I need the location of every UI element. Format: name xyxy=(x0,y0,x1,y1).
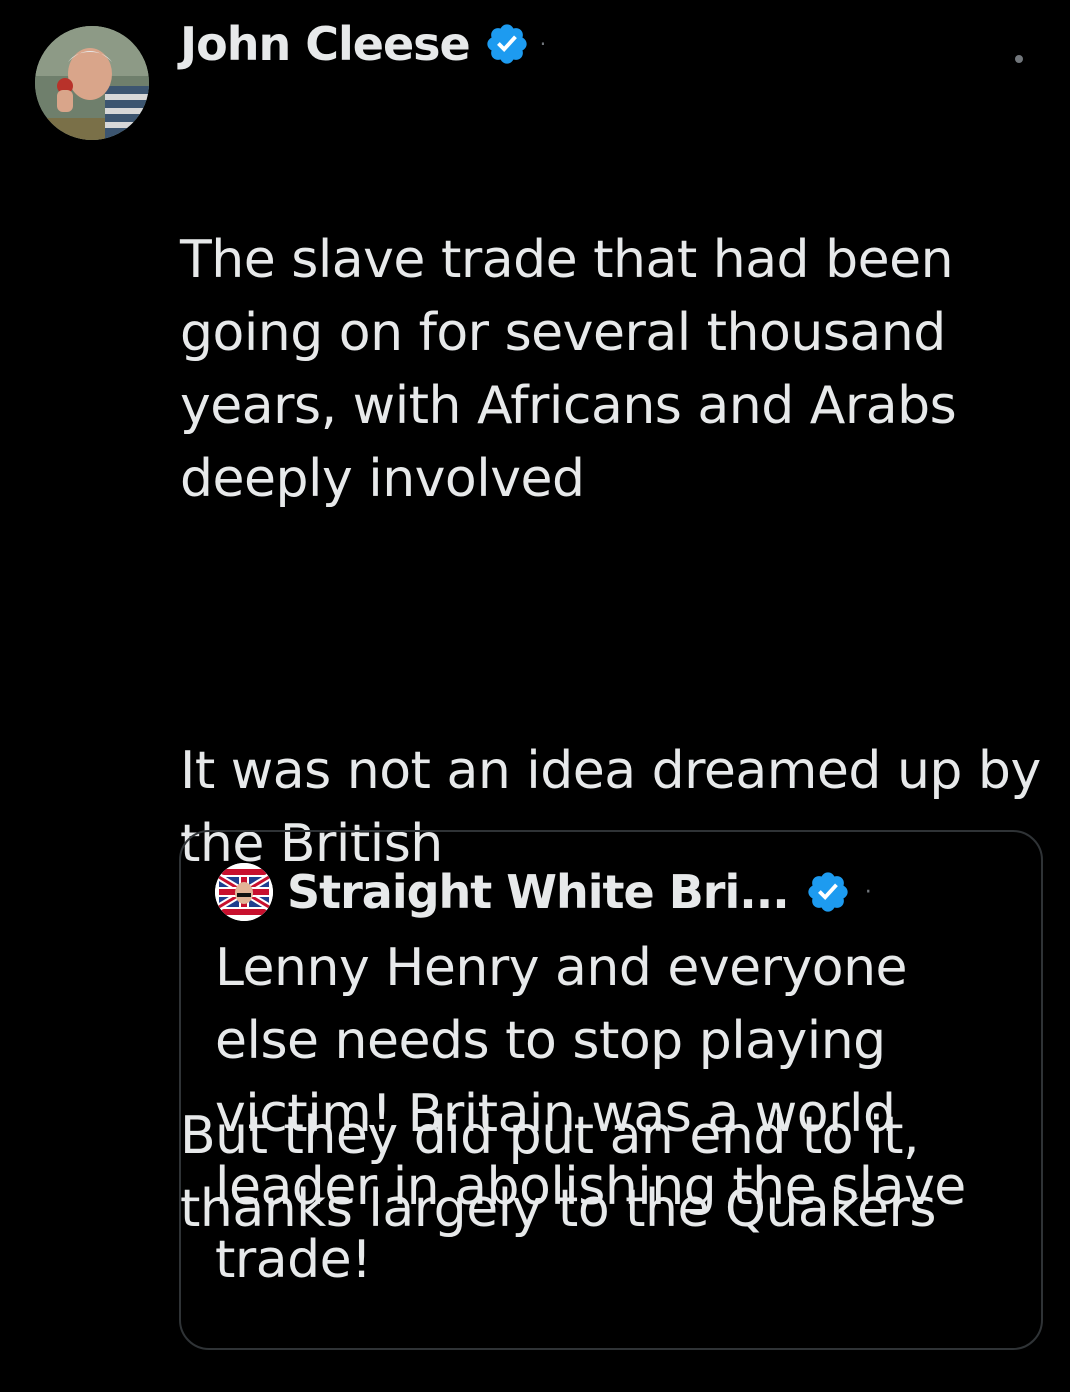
avatar-photo-icon xyxy=(35,26,149,140)
header-separator: · xyxy=(539,32,547,56)
author-display-name[interactable]: John Cleese xyxy=(180,17,471,71)
quoted-tweet-card[interactable]: Straight White Bri... · Lenny Henry and … xyxy=(179,830,1043,1350)
quoted-header-separator: · xyxy=(864,879,872,905)
quoted-author-display-name[interactable]: Straight White Bri... xyxy=(287,865,790,919)
union-flag-avatar-icon xyxy=(215,863,273,921)
quoted-author-avatar[interactable] xyxy=(215,863,273,921)
more-options-button[interactable] xyxy=(1004,44,1034,74)
verified-badge-icon xyxy=(484,21,530,67)
author-avatar[interactable] xyxy=(35,26,149,140)
quoted-tweet-text: Lenny Henry and everyone else needs to s… xyxy=(215,932,1025,1297)
quoted-tweet-paragraph: Lenny Henry and everyone else needs to s… xyxy=(215,938,966,1290)
more-dot-icon xyxy=(1015,55,1023,63)
tweet[interactable]: John Cleese · The slave trade that had b… xyxy=(0,0,1070,1350)
quoted-tweet-header: Straight White Bri... · xyxy=(215,862,872,922)
tweet-paragraph: The slave trade that had been going on f… xyxy=(180,230,973,509)
tweet-header: John Cleese · xyxy=(180,12,546,76)
verified-badge-icon xyxy=(805,869,851,915)
